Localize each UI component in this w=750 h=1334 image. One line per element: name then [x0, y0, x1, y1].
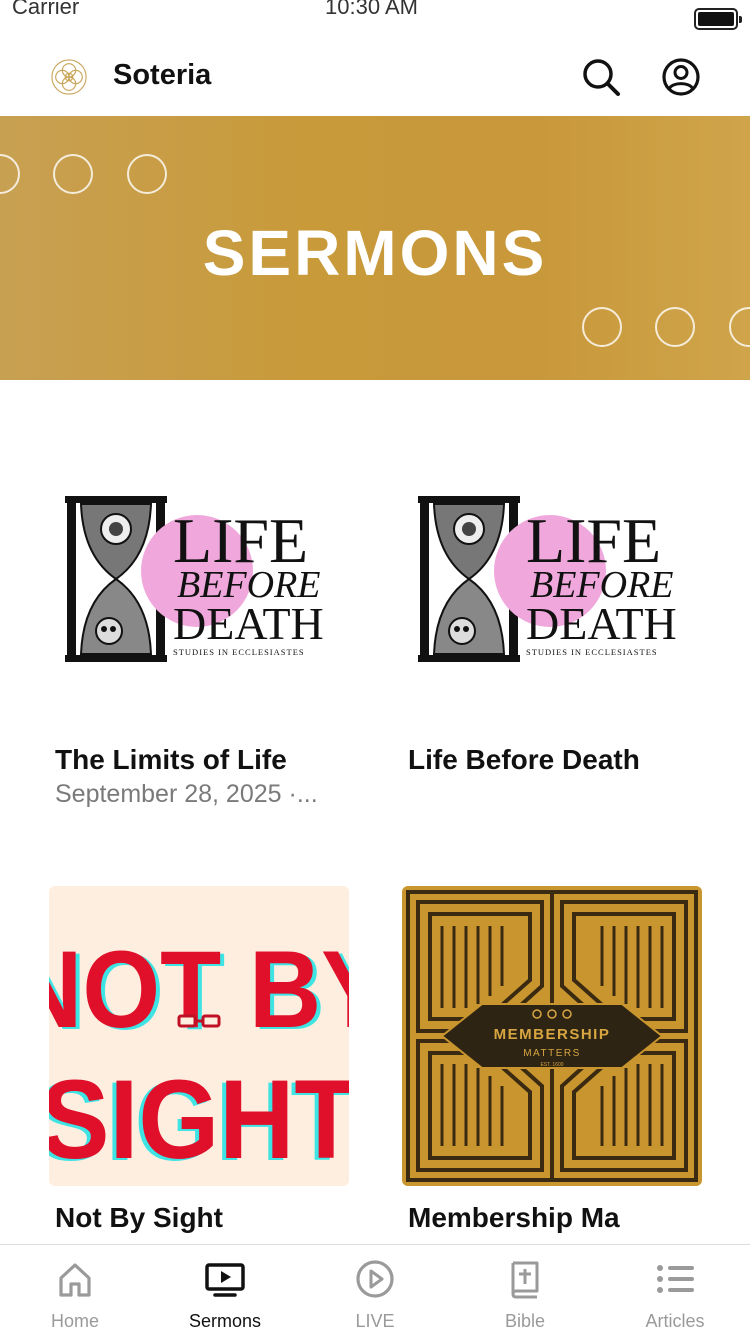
tab-sermons[interactable]: Sermons — [150, 1245, 300, 1334]
battery-icon — [694, 8, 742, 30]
list-icon — [657, 1265, 694, 1293]
tab-label: LIVE — [355, 1311, 395, 1331]
tab-live[interactable]: LIVE — [300, 1245, 450, 1334]
sermon-artwork: NOT BY NOT BY SIGHT SIGHT — [49, 886, 349, 1186]
svg-text:MATTERS: MATTERS — [523, 1048, 581, 1059]
search-icon[interactable] — [581, 57, 621, 97]
life-before-death-artwork: LIFE BEFORE DEATH STUDIES IN ECCLESIASTE… — [402, 436, 702, 736]
home-icon — [59, 1263, 91, 1297]
svg-text:DEATH: DEATH — [173, 598, 324, 649]
svg-text:MEMBERSHIP: MEMBERSHIP — [494, 1026, 611, 1043]
carrier-label: Carrier — [12, 0, 80, 19]
status-bar: Carrier 10:30 AM — [0, 0, 750, 38]
sermon-artwork: LIFE BEFORE DEATH STUDIES IN ECCLESIASTE… — [49, 436, 349, 736]
app-header: Soteria — [0, 38, 750, 116]
logo-icon — [51, 59, 87, 95]
clock: 10:30 AM — [325, 0, 418, 19]
not-by-sight-artwork: NOT BY NOT BY SIGHT SIGHT — [49, 886, 349, 1186]
membership-matters-artwork: MEMBERSHIP MATTERS EST. 1600 — [402, 886, 702, 1186]
svg-text:EST. 1600: EST. 1600 — [540, 1062, 563, 1068]
sermon-title: Life Before Death — [408, 744, 640, 775]
sermon-card[interactable]: LIFE BEFORE DEATH STUDIES IN ECCLESIASTE… — [402, 436, 702, 816]
svg-text:STUDIES IN ECCLESIASTES: STUDIES IN ECCLESIASTES — [526, 647, 658, 657]
play-circle-icon — [356, 1260, 394, 1298]
tab-label: Articles — [645, 1311, 705, 1331]
sermon-artwork: LIFE BEFORE DEATH STUDIES IN ECCLESIASTE… — [402, 436, 702, 736]
account-icon[interactable] — [661, 57, 701, 97]
svg-text:STUDIES IN ECCLESIASTES: STUDIES IN ECCLESIASTES — [173, 647, 305, 657]
sermon-card[interactable]: MEMBERSHIP MATTERS EST. 1600 Membership … — [402, 886, 702, 1244]
svg-text:SIGHT: SIGHT — [49, 1056, 349, 1182]
sermon-title: The Limits of Life — [55, 744, 287, 775]
tab-label: Bible — [504, 1311, 546, 1331]
tab-label: Home — [50, 1311, 99, 1331]
sermons-banner: SERMONS — [0, 116, 750, 380]
tab-bible[interactable]: Bible — [450, 1245, 600, 1334]
sermon-card[interactable]: NOT BY NOT BY SIGHT SIGHT Not By Sight — [49, 886, 349, 1236]
tab-articles[interactable]: Articles — [600, 1245, 750, 1334]
bible-icon — [511, 1261, 539, 1299]
tab-home[interactable]: Home — [0, 1245, 150, 1334]
svg-text:DEATH: DEATH — [526, 598, 677, 649]
tab-label: Sermons — [188, 1311, 262, 1331]
sermon-artwork: MEMBERSHIP MATTERS EST. 1600 — [402, 886, 702, 1186]
tv-play-icon — [205, 1263, 245, 1297]
life-before-death-artwork: LIFE BEFORE DEATH STUDIES IN ECCLESIASTE… — [49, 436, 349, 736]
svg-text:NOT BY: NOT BY — [49, 928, 349, 1050]
sermon-subtitle: September 28, 2025 ·... — [55, 780, 318, 808]
sermon-title: Not By Sight — [55, 1202, 223, 1233]
sermon-card[interactable]: LIFE BEFORE DEATH STUDIES IN ECCLESIASTE… — [49, 436, 349, 816]
tab-bar: Home Sermons LIVE Bible Articles — [0, 1244, 750, 1334]
app-title: Soteria — [113, 59, 212, 91]
sermon-title: Membership Ma — [408, 1202, 620, 1233]
banner-title: SERMONS — [202, 217, 548, 289]
